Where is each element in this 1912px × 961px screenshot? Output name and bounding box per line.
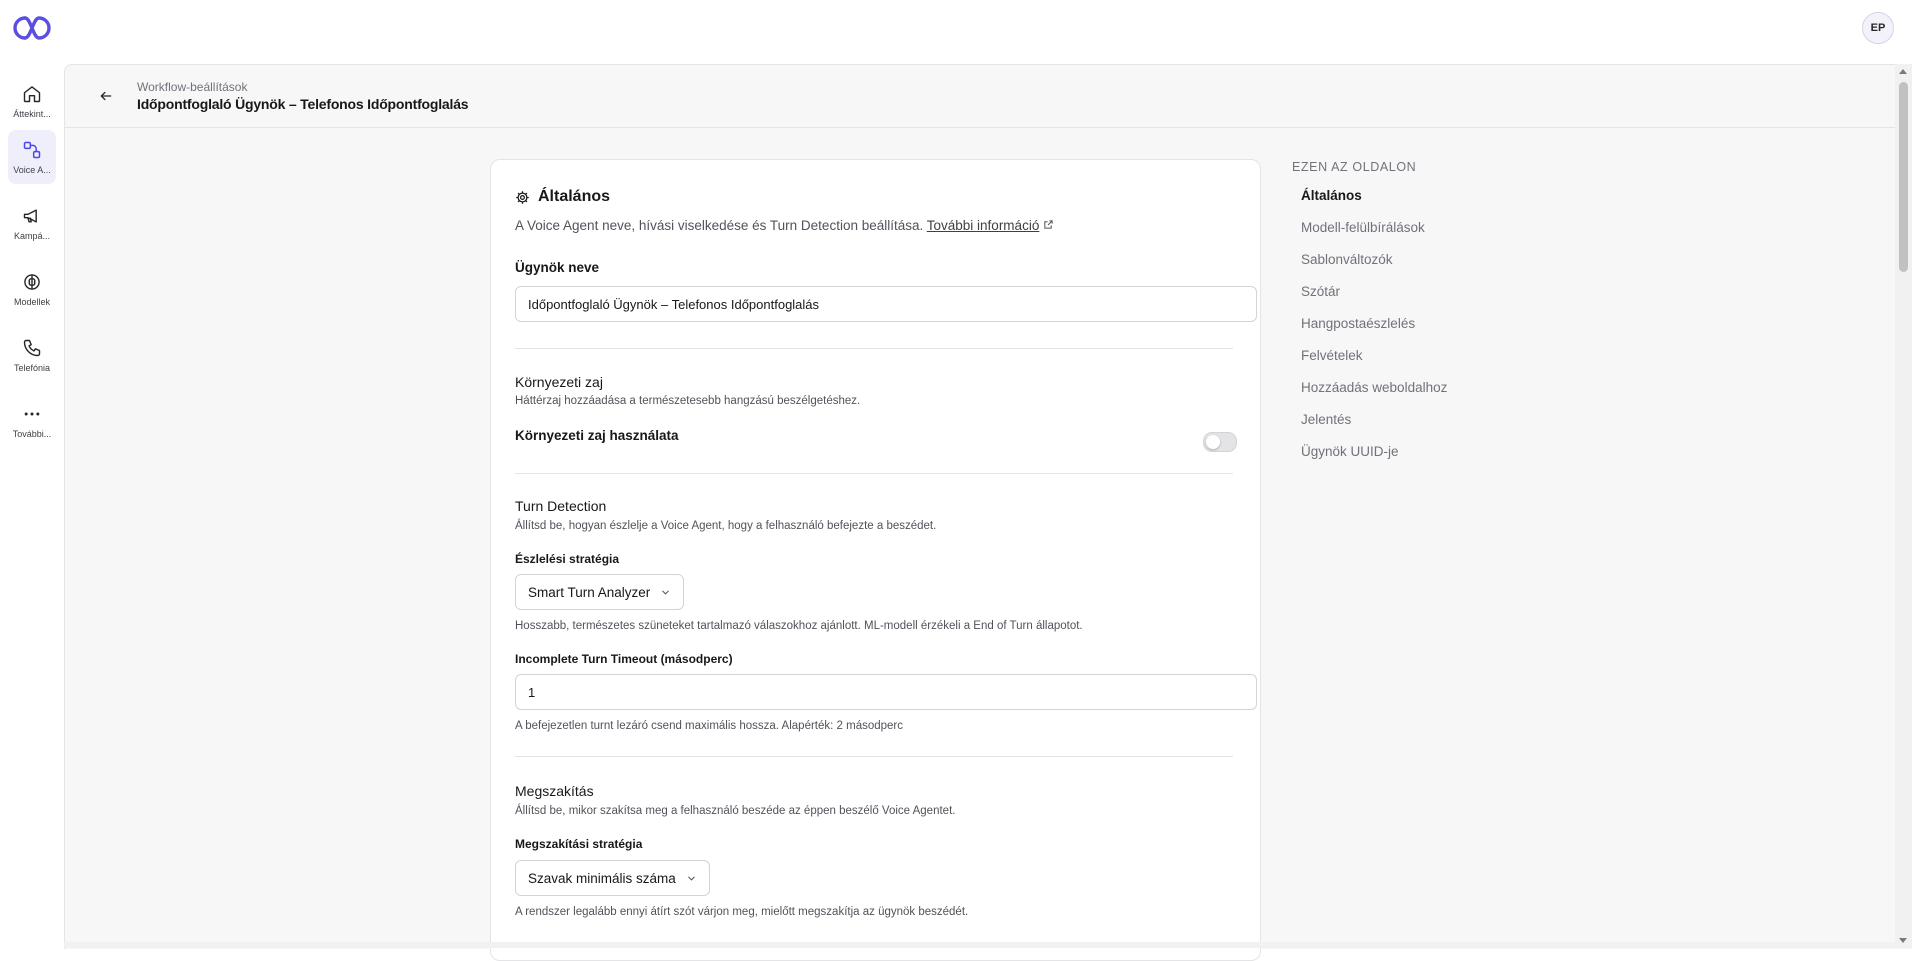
horizontal-scroll-track (64, 942, 1895, 948)
section-description: A Voice Agent neve, hívási viselkedése é… (515, 218, 1054, 233)
sidebar-item-overview[interactable]: Áttekint... (8, 74, 56, 128)
toc-item-recordings[interactable]: Felvételek (1301, 348, 1363, 363)
page-title: Időpontfoglaló Ügynök – Telefonos Időpon… (137, 96, 469, 112)
megaphone-icon (23, 208, 37, 223)
scroll-down-arrow-icon[interactable] (1899, 938, 1907, 943)
breadcrumb-parent[interactable]: Workflow-beállítások (137, 80, 247, 94)
home-icon (23, 85, 41, 102)
sidebar: Áttekint... Voice A... Kampá... Modellek… (0, 64, 64, 948)
interruption-strategy-select[interactable]: Szavak minimális száma (515, 860, 710, 896)
agent-name-label: Ügynök neve (515, 260, 600, 275)
turn-timeout-hint: A befejezetlen turnt lezáró csend maximá… (515, 720, 904, 732)
detection-strategy-select[interactable]: Smart Turn Analyzer (515, 574, 685, 610)
avatar[interactable]: EP (1862, 12, 1894, 44)
ambient-noise-toggle[interactable] (1203, 432, 1237, 452)
divider (515, 756, 1233, 757)
arrow-left-icon (100, 91, 112, 101)
sidebar-item-voice-agents[interactable]: Voice A... (8, 130, 56, 184)
sidebar-item-more[interactable]: További... (8, 394, 56, 448)
toc-heading: EZEN AZ OLDALON (1292, 160, 1417, 174)
workflow-icon (23, 141, 41, 158)
brain-icon (24, 273, 40, 290)
turn-detection-description: Állítsd be, hogyan észlelje a Voice Agen… (515, 520, 937, 532)
divider (515, 348, 1233, 349)
agent-name-input[interactable]: Időpontfoglaló Ügynök – Telefonos Időpon… (515, 286, 1257, 322)
toc-item-voicemail-detection[interactable]: Hangpostaészlelés (1301, 316, 1415, 331)
sidebar-item-label: További... (12, 428, 52, 439)
toc-item-model-overrides[interactable]: Modell-felülbírálások (1301, 220, 1425, 235)
interruption-strategy-label: Megszakítási stratégia (515, 837, 643, 851)
section-title: Általános (515, 188, 610, 206)
app-logo[interactable] (12, 14, 52, 42)
ambient-noise-description: Háttérzaj hozzáadása a természetesebb ha… (515, 395, 861, 407)
detection-strategy-value: Smart Turn Analyzer (528, 584, 651, 600)
scrollbar-thumb[interactable] (1899, 82, 1908, 272)
section-title-text: Általános (538, 188, 611, 205)
more-info-link[interactable]: További információ (927, 218, 1040, 233)
toc-item-agent-uuid[interactable]: Ügynök UUID-je (1301, 444, 1399, 459)
interruption-strategy-hint: A rendszer legalább ennyi átírt szót vár… (515, 906, 969, 918)
turn-detection-title: Turn Detection (515, 498, 607, 514)
chevron-down-icon (662, 590, 670, 595)
toc-item-general[interactable]: Általános (1301, 188, 1362, 203)
breadcrumb: Workflow-beállítások Időpontfoglaló Ügyn… (65, 65, 1895, 128)
divider (515, 473, 1233, 474)
toc-item-reporting[interactable]: Jelentés (1301, 412, 1351, 427)
external-link-icon[interactable] (1043, 219, 1054, 230)
gear-icon (516, 190, 529, 204)
scroll-up-arrow-icon[interactable] (1899, 69, 1907, 74)
detection-strategy-hint: Hosszabb, természetes szüneteket tartalm… (515, 620, 1083, 632)
phone-icon (23, 339, 41, 356)
scrollbar[interactable] (1895, 64, 1912, 948)
toc-item-dictionary[interactable]: Szótár (1301, 284, 1340, 299)
interruption-title: Megszakítás (515, 783, 594, 799)
back-button[interactable] (95, 85, 117, 107)
sidebar-item-label: Modellek (13, 296, 51, 307)
sidebar-item-label: Áttekint... (13, 108, 51, 119)
sidebar-item-telephony[interactable]: Telefónia (8, 328, 56, 382)
general-settings-card: Általános A Voice Agent neve, hívási vis… (490, 159, 1261, 961)
chevron-down-icon (688, 876, 695, 881)
more-icon (24, 412, 40, 415)
sidebar-item-campaigns[interactable]: Kampá... (8, 196, 56, 250)
sidebar-item-label: Voice A... (13, 164, 51, 175)
ambient-noise-toggle-label: Környezeti zaj használata (515, 428, 679, 443)
ambient-noise-title: Környezeti zaj (515, 374, 603, 390)
sidebar-item-models[interactable]: Modellek (8, 262, 56, 316)
interruption-strategy-value: Szavak minimális száma (528, 870, 676, 886)
sidebar-item-label: Telefónia (13, 362, 51, 373)
section-description-text: A Voice Agent neve, hívási viselkedése é… (515, 218, 924, 233)
toc-item-add-to-website[interactable]: Hozzáadás weboldalhoz (1301, 380, 1447, 395)
toggle-knob (1206, 435, 1220, 449)
interruption-description: Állítsd be, mikor szakítsa meg a felhasz… (515, 805, 956, 817)
turn-timeout-input[interactable]: 1 (515, 674, 1257, 710)
sidebar-item-label: Kampá... (13, 230, 51, 241)
top-bar: EP (0, 0, 1912, 64)
turn-timeout-label: Incomplete Turn Timeout (másodperc) (515, 652, 733, 666)
detection-strategy-label: Észlelési stratégia (515, 552, 620, 566)
toc-item-template-variables[interactable]: Sablonváltozók (1301, 252, 1393, 267)
main-panel: Workflow-beállítások Időpontfoglaló Ügyn… (64, 64, 1912, 961)
